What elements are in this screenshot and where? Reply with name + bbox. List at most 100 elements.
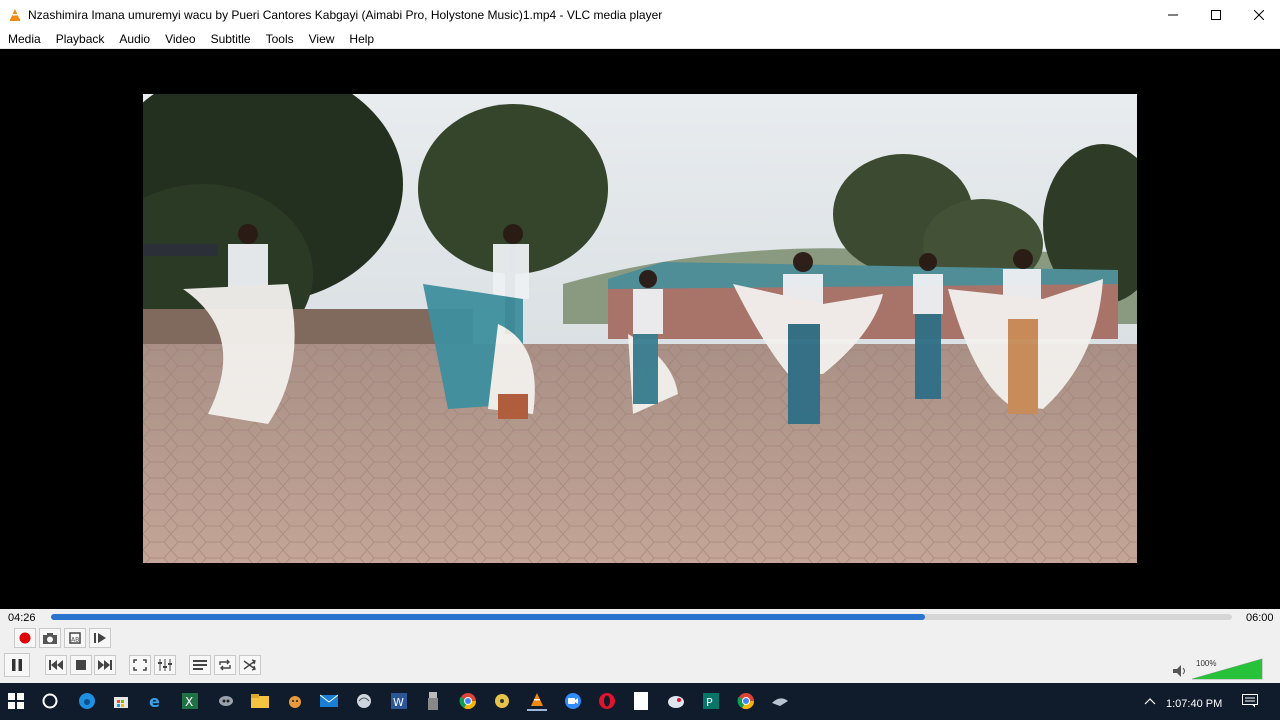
vlc-icon <box>10 9 20 21</box>
tray-overflow-button[interactable] <box>1140 691 1160 711</box>
menu-subtitle[interactable]: Subtitle <box>203 32 258 46</box>
app-icon <box>357 694 371 708</box>
usb-icon <box>428 692 438 710</box>
maximize-button[interactable] <box>1194 0 1237 30</box>
svg-text:X: X <box>185 695 193 709</box>
taskbar-word[interactable]: W <box>389 691 409 711</box>
taskbar-opera[interactable] <box>597 691 617 711</box>
seek-bar-progress <box>51 614 925 620</box>
record-icon <box>19 632 31 644</box>
store-icon <box>114 697 128 708</box>
ie-icon: e <box>149 692 160 710</box>
fullscreen-button[interactable] <box>129 655 151 675</box>
menu-video[interactable]: Video <box>157 32 202 46</box>
menu-audio[interactable]: Audio <box>111 32 157 46</box>
maximize-icon <box>1210 10 1221 20</box>
minimize-icon <box>1167 14 1178 16</box>
app-icon <box>772 698 788 706</box>
stop-icon <box>76 660 86 670</box>
taskbar-store[interactable] <box>111 691 131 711</box>
svg-text:AB: AB <box>71 637 79 644</box>
frame-by-frame-button[interactable] <box>89 628 111 648</box>
playback-controls: 04:26 06:00 AB 100% <box>0 609 1280 683</box>
document-icon <box>634 692 648 710</box>
taskbar-app-4[interactable] <box>492 691 512 711</box>
taskbar-app-2[interactable] <box>285 691 305 711</box>
snapshot-icon <box>43 633 57 644</box>
taskbar-ie[interactable]: e <box>146 691 166 711</box>
close-icon <box>1253 10 1264 20</box>
menu-bar: Media Playback Audio Video Subtitle Tool… <box>0 30 1280 49</box>
shuffle-icon <box>243 659 256 671</box>
video-frame[interactable] <box>143 94 1137 563</box>
taskbar-zoom[interactable] <box>563 691 583 711</box>
svg-text:W: W <box>393 696 404 709</box>
pause-button[interactable] <box>4 653 30 677</box>
loop-button[interactable] <box>214 655 236 675</box>
extended-settings-button[interactable] <box>154 655 176 675</box>
menu-playback[interactable]: Playback <box>48 32 112 46</box>
app-icon <box>289 696 301 708</box>
total-time: 06:00 <box>1246 612 1274 624</box>
menu-view[interactable]: View <box>301 32 342 46</box>
next-button[interactable] <box>94 655 116 675</box>
chevron-up-icon <box>1144 698 1156 705</box>
loop-icon <box>219 659 231 671</box>
app-icon <box>219 696 233 706</box>
previous-icon <box>49 660 63 670</box>
loop-ab-icon: AB <box>69 632 81 644</box>
notification-button[interactable] <box>1240 691 1260 711</box>
word-icon: W <box>391 693 407 709</box>
publisher-icon: P <box>703 693 719 709</box>
taskbar-usb[interactable] <box>423 691 443 711</box>
taskbar-app-5[interactable] <box>666 691 686 711</box>
opera-icon <box>599 693 615 709</box>
taskbar-chrome[interactable] <box>458 691 478 711</box>
zoom-icon <box>565 693 581 709</box>
record-button[interactable] <box>14 628 36 648</box>
menu-help[interactable]: Help <box>341 32 381 46</box>
volume-slider[interactable] <box>1192 658 1264 680</box>
window-title: Nzashimira Imana umuremyi wacu by Pueri … <box>28 8 663 22</box>
chrome-icon <box>737 693 755 710</box>
taskbar-chrome-2[interactable] <box>736 691 756 711</box>
menu-tools[interactable]: Tools <box>258 32 301 46</box>
seek-bar[interactable] <box>51 614 1232 620</box>
file-explorer-icon <box>251 694 269 708</box>
playlist-button[interactable] <box>189 655 211 675</box>
taskbar-file-explorer[interactable] <box>250 691 270 711</box>
snapshot-button[interactable] <box>39 628 61 648</box>
taskbar-excel[interactable]: X <box>180 691 200 711</box>
taskbar-app-1[interactable] <box>216 691 236 711</box>
taskbar-publisher[interactable]: P <box>701 691 721 711</box>
taskbar-clock[interactable]: 1:07:40 PM <box>1166 698 1222 710</box>
taskbar-document[interactable] <box>631 691 651 711</box>
taskbar-mail[interactable] <box>319 691 339 711</box>
playlist-icon <box>193 660 207 670</box>
extended-settings-icon <box>158 659 172 671</box>
loop-ab-button[interactable]: AB <box>64 628 86 648</box>
cortana-button[interactable] <box>40 691 60 711</box>
taskbar-app-6[interactable] <box>770 691 790 711</box>
chrome-icon <box>459 693 477 710</box>
windows-start-icon <box>8 693 24 709</box>
windows-start-button[interactable] <box>6 691 26 711</box>
menu-media[interactable]: Media <box>0 32 48 46</box>
taskbar-edge[interactable] <box>77 691 97 711</box>
close-button[interactable] <box>1237 0 1280 30</box>
excel-icon: X <box>182 693 198 709</box>
elapsed-time: 04:26 <box>8 612 36 624</box>
vlc-icon <box>531 693 543 706</box>
svg-text:P: P <box>706 696 713 709</box>
speaker-icon[interactable] <box>1173 665 1187 677</box>
previous-button[interactable] <box>45 655 67 675</box>
taskbar-app-3[interactable] <box>354 691 374 711</box>
minimize-button[interactable] <box>1151 0 1194 30</box>
shuffle-button[interactable] <box>239 655 261 675</box>
notification-icon <box>1242 694 1258 708</box>
taskbar-vlc[interactable] <box>527 691 547 711</box>
video-area[interactable] <box>0 49 1280 609</box>
stop-button[interactable] <box>70 655 92 675</box>
next-icon <box>98 660 112 670</box>
svg-text:e: e <box>149 692 160 710</box>
